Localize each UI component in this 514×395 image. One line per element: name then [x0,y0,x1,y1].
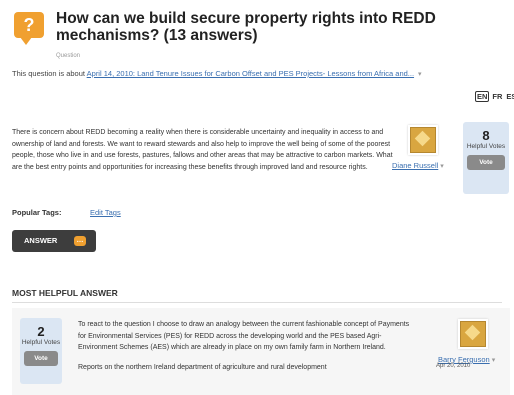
edit-tags-link[interactable]: Edit Tags [90,208,121,217]
question-type-label: Question [56,53,81,59]
about-event-link[interactable]: April 14, 2010: Land Tenure Issues for C… [87,69,414,78]
question-title: How can we build secure property rights … [56,10,436,44]
answer-helpful-votes-count: 2 [37,324,45,339]
answer-date: Apr 20, 2010 [436,363,471,369]
language-selector: EN FR ES [475,91,514,102]
answer-vote-box: 2 Helpful Votes Vote [20,318,62,384]
popular-tags-label: Popular Tags: [12,208,62,217]
language-en[interactable]: EN [475,91,490,102]
most-helpful-answer-heading: MOST HELPFUL ANSWER [12,288,118,298]
divider [12,302,502,303]
question-icon: ? [14,12,44,45]
about-prefix: This question is about [12,69,85,78]
answer-button-label: ANSWER [24,236,58,245]
author-name-link[interactable]: Diane Russell [392,161,438,170]
helpful-votes-label: Helpful Votes [466,143,506,150]
avatar-image-icon [414,130,431,147]
answer-body: To react to the question I choose to dra… [78,319,418,381]
chevron-down-icon[interactable]: ▾ [440,163,444,170]
answer-button[interactable]: ANSWER … [12,230,96,252]
answer-paragraph: Reports on the northern Ireland departme… [78,363,327,371]
language-fr[interactable]: FR [492,92,502,101]
answer-author-avatar[interactable] [460,321,486,347]
helpful-votes-count: 8 [482,128,490,143]
question-about-line: This question is about April 14, 2010: L… [12,69,492,78]
chevron-down-icon[interactable]: ▾ [418,71,422,78]
speech-bubble-icon: … [74,236,86,246]
answer-paragraph: To react to the question I choose to dra… [78,321,410,351]
vote-button[interactable]: Vote [467,155,505,170]
answer-helpful-votes-label: Helpful Votes [21,339,61,346]
author-avatar[interactable] [410,127,436,153]
avatar-image-icon [464,324,481,341]
chevron-down-icon[interactable]: ▾ [492,357,496,364]
question-author: Diane Russell ▾ [392,155,444,173]
question-vote-box: 8 Helpful Votes Vote [463,122,509,194]
answer-vote-button[interactable]: Vote [24,351,58,366]
question-body: There is concern about REDD becoming a r… [12,129,393,171]
language-es[interactable]: ES [506,92,514,101]
